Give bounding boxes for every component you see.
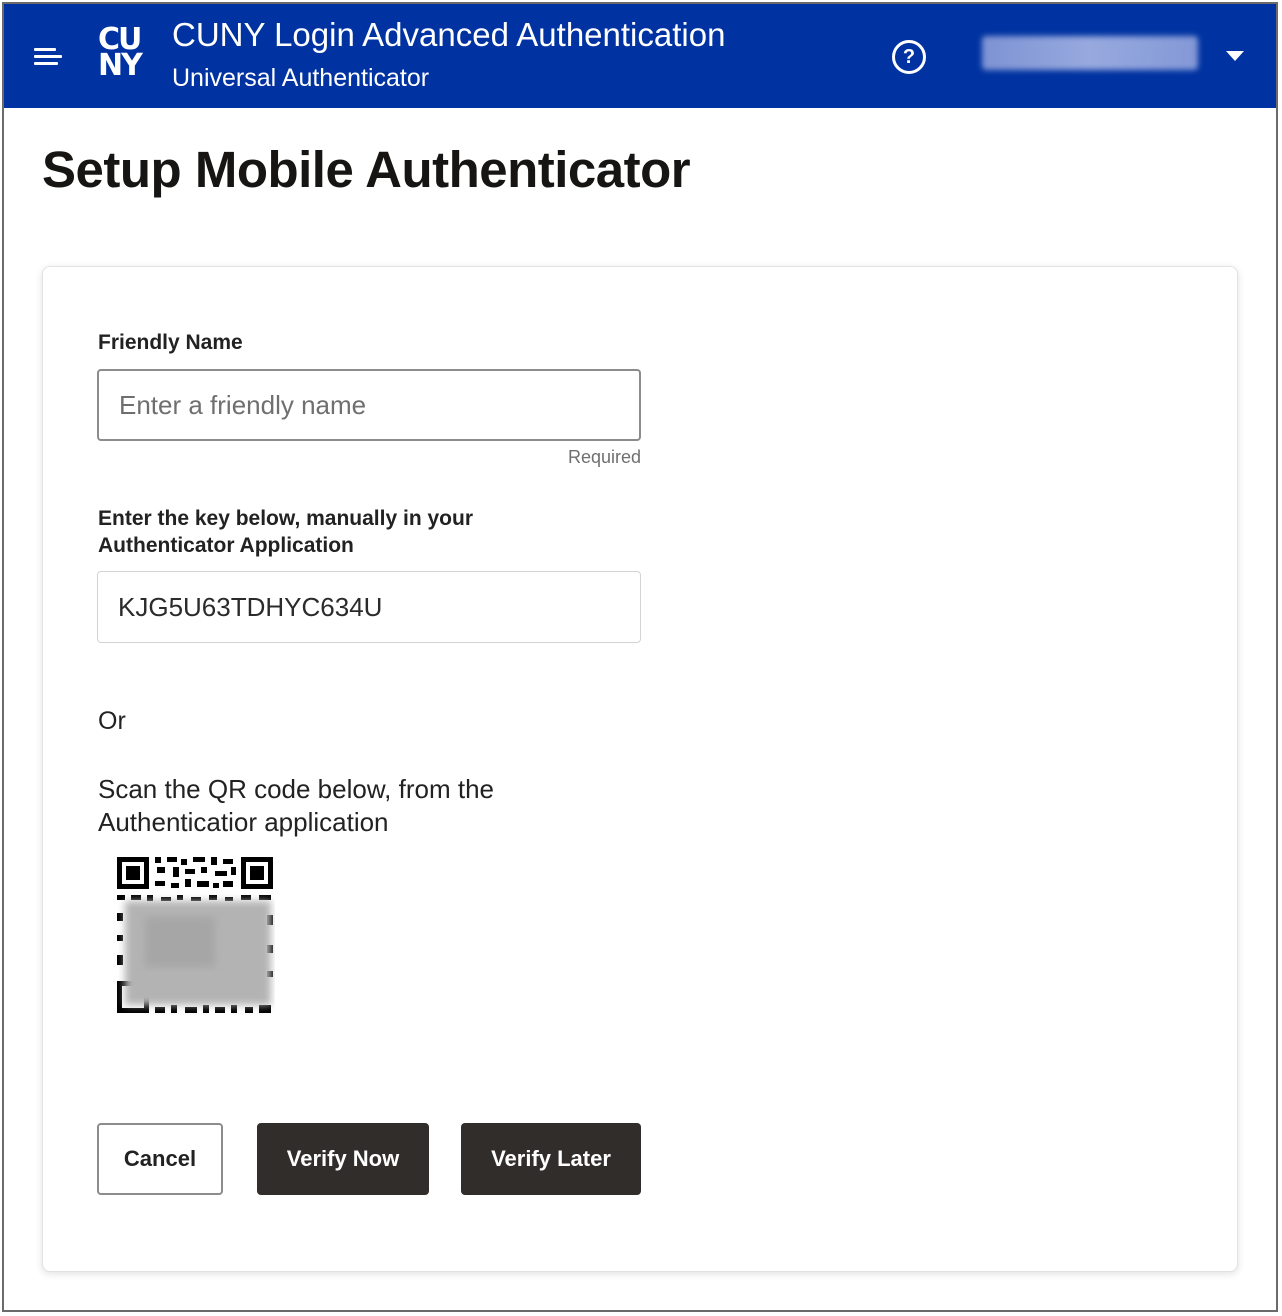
app-title: CUNY Login Advanced Authentication [172,16,726,53]
cancel-button[interactable]: Cancel [97,1123,223,1195]
secret-key-field[interactable] [97,571,641,643]
question-circle-icon[interactable]: ? [892,40,926,74]
scan-line1: Scan the QR code below, from the [98,774,494,804]
caret-down-icon[interactable] [1226,51,1244,61]
key-label-line1: Enter the key below, manually in your [98,507,473,530]
friendly-name-label: Friendly Name [98,331,243,354]
app-subtitle: Universal Authenticator [172,64,430,92]
user-name-redacted[interactable] [982,36,1198,70]
cuny-logo: CU NY [98,22,143,83]
or-text: Or [98,707,126,735]
verify-now-button[interactable]: Verify Now [257,1123,429,1195]
friendly-name-input[interactable] [97,369,641,441]
verify-later-button[interactable]: Verify Later [461,1123,641,1195]
qr-code-icon [115,855,275,1015]
required-hint: Required [567,447,641,467]
scan-instructions: Scan the QR code below, from the Authent… [98,773,568,839]
page-title: Setup Mobile Authenticator [42,141,691,198]
top-bar: CU NY CUNY Login Advanced Authentication… [4,4,1276,108]
key-label-line2: Authenticator Application [98,534,354,557]
app-window: CU NY CUNY Login Advanced Authentication… [2,2,1278,1312]
scan-line2: Authenticatior application [98,807,389,837]
key-label: Enter the key below, manually in your Au… [98,505,473,559]
hamburger-menu-icon[interactable] [34,48,62,68]
setup-card: Friendly Name Required Enter the key bel… [42,266,1238,1272]
